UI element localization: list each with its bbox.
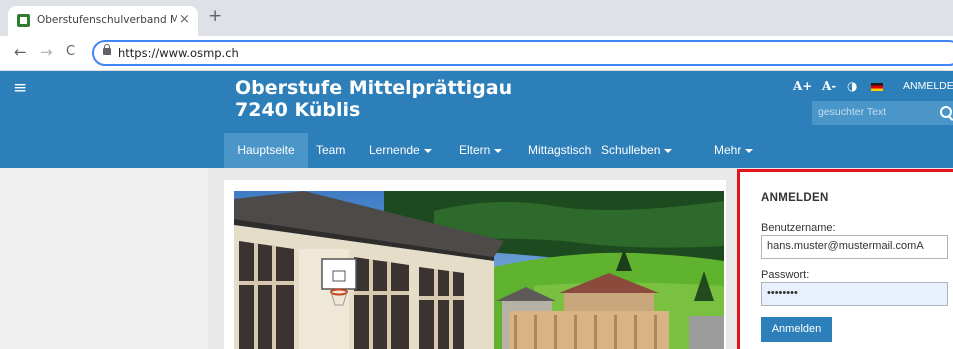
nav-label: Team bbox=[316, 143, 346, 157]
address-bar[interactable]: https://www.osmp.ch bbox=[92, 40, 953, 66]
school-photo-illustration bbox=[234, 191, 724, 349]
search-icon[interactable] bbox=[940, 106, 952, 118]
contrast-icon[interactable]: ◑ bbox=[847, 79, 857, 93]
password-field[interactable]: •••••••• bbox=[761, 282, 948, 306]
username-field[interactable]: hans.muster@mustermail.comA bbox=[761, 235, 948, 259]
search-input[interactable]: gesuchter Text bbox=[812, 101, 953, 125]
site-title[interactable]: Oberstufe Mittelprättigau 7240 Küblis bbox=[235, 77, 512, 121]
chevron-down-icon bbox=[423, 148, 432, 153]
reload-icon[interactable]: C bbox=[66, 44, 75, 60]
chevron-down-icon bbox=[745, 148, 754, 153]
chevron-down-icon bbox=[664, 148, 673, 153]
school-building-photo bbox=[234, 191, 724, 349]
back-icon[interactable]: ← bbox=[14, 44, 27, 60]
german-flag-icon[interactable] bbox=[871, 83, 883, 91]
nav-item-mehr[interactable]: Mehr bbox=[714, 133, 754, 168]
site-favicon-icon bbox=[17, 14, 30, 27]
nav-label: Schulleben bbox=[601, 143, 661, 157]
nav-label: Mehr bbox=[714, 143, 742, 157]
header-login-link[interactable]: ANMELDEN bbox=[903, 80, 953, 92]
browser-tab[interactable]: Oberstufenschulverband Mittelprättigau × bbox=[8, 6, 198, 36]
chevron-down-icon bbox=[494, 148, 503, 153]
browser-tab-strip: Oberstufenschulverband Mittelprättigau ×… bbox=[0, 0, 953, 36]
font-decrease-button[interactable]: A- bbox=[822, 79, 836, 93]
search-placeholder: gesuchter Text bbox=[818, 106, 887, 118]
nav-item-hauptseite[interactable]: Hauptseite bbox=[224, 133, 308, 168]
menu-icon[interactable]: ≡ bbox=[13, 78, 27, 98]
login-button[interactable]: Anmelden bbox=[761, 317, 832, 342]
tab-close-icon[interactable]: × bbox=[179, 12, 190, 27]
login-panel: ANMELDEN Benutzername: hans.muster@muste… bbox=[737, 169, 953, 349]
nav-item-lernende[interactable]: Lernende bbox=[369, 133, 432, 168]
login-title: ANMELDEN bbox=[761, 192, 829, 204]
font-increase-button[interactable]: A+ bbox=[793, 79, 812, 93]
username-label: Benutzername: bbox=[761, 222, 836, 234]
site-title-line2: 7240 Küblis bbox=[235, 99, 361, 121]
site-title-line1: Oberstufe Mittelprättigau bbox=[235, 77, 513, 99]
url-text: https://www.osmp.ch bbox=[118, 46, 239, 60]
nav-label: Lernende bbox=[369, 143, 420, 157]
nav-item-team[interactable]: Team bbox=[316, 133, 345, 168]
site-header: ≡ Oberstufe Mittelprättigau 7240 Küblis … bbox=[0, 71, 953, 168]
password-label: Passwort: bbox=[761, 269, 810, 281]
nav-item-mittagstisch[interactable]: Mittagstisch bbox=[528, 133, 591, 168]
lock-icon bbox=[103, 44, 111, 55]
tab-title: Oberstufenschulverband Mittelprättigau bbox=[37, 14, 177, 26]
browser-toolbar: ← → C https://www.osmp.ch bbox=[0, 36, 953, 71]
forward-icon[interactable]: → bbox=[40, 44, 53, 60]
nav-label: Mittagstisch bbox=[528, 143, 592, 157]
nav-label: Eltern bbox=[459, 143, 491, 157]
new-tab-icon[interactable]: + bbox=[208, 8, 222, 25]
nav-item-eltern[interactable]: Eltern bbox=[459, 133, 503, 168]
left-panel bbox=[0, 168, 208, 349]
nav-label: Hauptseite bbox=[237, 143, 295, 157]
nav-item-schulleben[interactable]: Schulleben bbox=[601, 133, 673, 168]
